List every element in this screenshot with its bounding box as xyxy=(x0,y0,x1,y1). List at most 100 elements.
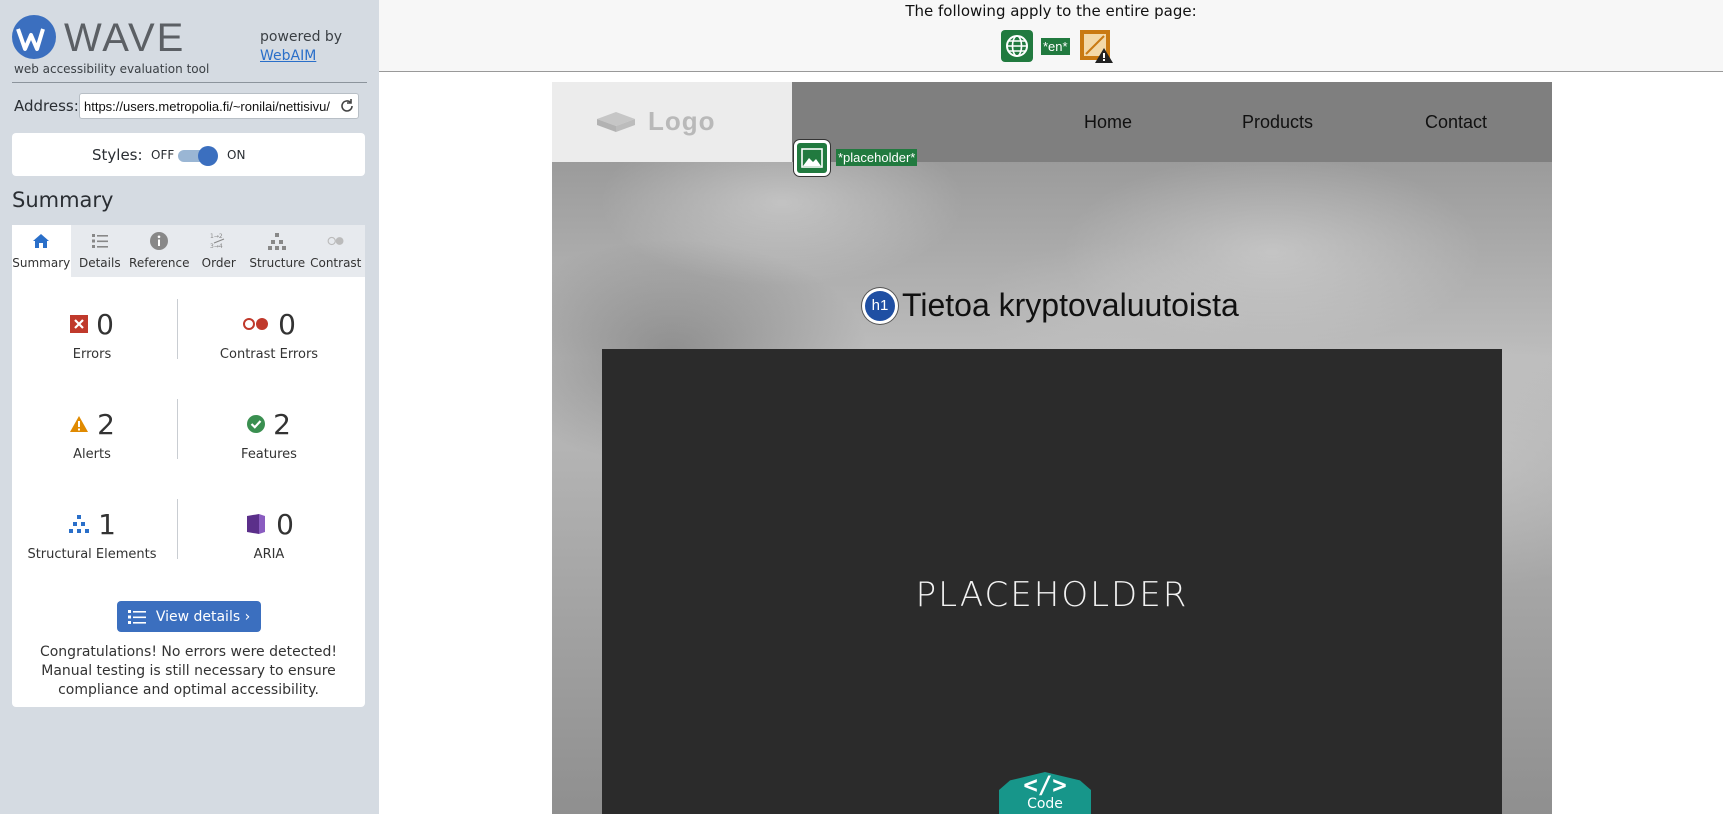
info-icon xyxy=(129,231,189,253)
page-alert-icon[interactable] xyxy=(1078,28,1114,64)
structural-count: 1 xyxy=(98,507,116,541)
image-alt-icon[interactable] xyxy=(794,140,830,176)
tab-label: Contrast xyxy=(310,256,362,270)
site-logo-text: Logo xyxy=(648,106,716,136)
image-alt-tag[interactable]: *placeholder* xyxy=(836,149,918,166)
banner-text: The following apply to the entire page: xyxy=(905,2,1197,20)
errors-count: 0 xyxy=(96,307,114,341)
nav-contact[interactable]: Contact xyxy=(1425,112,1487,133)
powered-by: powered by WebAIM xyxy=(260,28,342,66)
nav-home[interactable]: Home xyxy=(1084,112,1132,133)
hierarchy-icon xyxy=(248,231,307,253)
tab-contrast[interactable]: Contrast xyxy=(307,225,366,277)
feature-icon xyxy=(247,415,266,433)
panel-tabs: Summary Details Reference 1→2 3→4 Order S… xyxy=(12,225,365,277)
contrast-errors-count: 0 xyxy=(278,307,296,341)
placeholder-image: PLACEHOLDER xyxy=(602,349,1502,814)
divider xyxy=(177,299,178,359)
styles-label: Styles: xyxy=(92,146,143,164)
address-input[interactable] xyxy=(79,93,359,119)
site-logo-area[interactable]: Logo xyxy=(552,82,792,162)
error-icon xyxy=(70,315,89,333)
site-logo: Logo xyxy=(596,106,716,137)
divider xyxy=(12,82,367,83)
alerts-label: Alerts xyxy=(73,447,111,462)
errors-label: Errors xyxy=(72,347,112,362)
h1-icon[interactable]: h1 xyxy=(862,287,898,324)
wave-logo-icon xyxy=(12,15,56,59)
divider xyxy=(177,399,178,459)
styles-toggle[interactable] xyxy=(178,146,218,166)
tab-reference[interactable]: Reference xyxy=(129,225,189,277)
summary-panel: 0 Errors 0 Contrast Errors 2 Alerts 2 Fe… xyxy=(12,277,365,707)
summary-heading: Summary xyxy=(12,188,114,212)
home-icon xyxy=(12,231,71,253)
tab-order[interactable]: 1→2 3→4 Order xyxy=(189,225,248,277)
styles-on-label: ON xyxy=(227,148,246,162)
language-icon[interactable] xyxy=(1001,30,1033,62)
page-level-icons: *en* xyxy=(1001,28,1122,64)
contrast-error-icon xyxy=(243,318,269,330)
features-stat[interactable]: 2 Features xyxy=(189,407,349,463)
app-title: WAVE xyxy=(64,16,186,60)
reload-icon[interactable] xyxy=(337,96,357,116)
tab-label: Summary xyxy=(12,256,71,270)
image-icon xyxy=(797,143,827,173)
order-icon: 1→2 3→4 xyxy=(189,231,248,253)
tab-label: Details xyxy=(78,256,121,270)
nav-products[interactable]: Products xyxy=(1242,112,1313,133)
list-icon xyxy=(127,609,146,624)
tab-structure[interactable]: Structure xyxy=(248,225,307,277)
aria-count: 0 xyxy=(276,507,294,541)
lang-tag[interactable]: *en* xyxy=(1041,37,1070,55)
page-preview: The following apply to the entire page: … xyxy=(379,0,1723,814)
tab-label: Structure xyxy=(249,256,306,270)
list-icon xyxy=(71,231,130,253)
site-navbar: Logo Home Products Contact xyxy=(552,82,1552,162)
placeholder-text: PLACEHOLDER xyxy=(915,575,1189,615)
site-heading: Tietoa kryptovaluutoista xyxy=(902,287,1239,323)
wave-sidebar: WAVE web accessibility evaluation tool p… xyxy=(0,0,379,814)
page-level-banner: The following apply to the entire page: … xyxy=(379,0,1723,72)
site-heading-row: h1 Tietoa kryptovaluutoista xyxy=(862,287,1239,324)
alert-icon xyxy=(70,416,89,432)
address-label: Address: xyxy=(14,97,79,115)
code-icon: </> xyxy=(1023,771,1067,799)
tab-details[interactable]: Details xyxy=(71,225,130,277)
aria-stat[interactable]: 0 ARIA xyxy=(189,507,349,562)
code-button[interactable]: </> Code xyxy=(999,772,1091,814)
svg-text:3→4: 3→4 xyxy=(210,243,223,250)
alerts-stat[interactable]: 2 Alerts xyxy=(12,407,172,462)
h1-badge-label: h1 xyxy=(865,290,895,321)
features-label: Features xyxy=(241,447,297,462)
webaim-link[interactable]: WebAIM xyxy=(260,47,342,66)
wave-brand: WAVE web accessibility evaluation tool p… xyxy=(12,14,365,80)
styles-off-label: OFF xyxy=(151,148,175,162)
contrast-icon xyxy=(307,231,366,253)
code-label: Code xyxy=(1027,796,1063,812)
aria-label: ARIA xyxy=(253,547,285,562)
svg-text:1→2: 1→2 xyxy=(210,233,223,240)
structural-label: Structural Elements xyxy=(27,547,157,562)
contrast-errors-label: Contrast Errors xyxy=(219,347,319,362)
tab-label: Reference xyxy=(129,256,190,270)
structural-stat[interactable]: 1 Structural Elements xyxy=(12,507,172,563)
summary-message: Congratulations! No errors were detected… xyxy=(39,644,338,698)
address-bar: Address: xyxy=(14,93,366,119)
view-details-button[interactable]: View details › xyxy=(117,601,261,632)
toggle-knob xyxy=(198,146,218,166)
errors-stat[interactable]: 0 Errors xyxy=(12,307,172,362)
contrast-errors-stat[interactable]: 0 Contrast Errors xyxy=(189,307,349,363)
powered-by-text: powered by xyxy=(260,29,343,45)
tab-label: Order xyxy=(201,256,236,270)
view-details-label: View details › xyxy=(155,608,251,625)
divider xyxy=(177,499,178,559)
aria-icon xyxy=(247,514,266,534)
logo-icon xyxy=(597,111,635,132)
app-subtitle: web accessibility evaluation tool xyxy=(14,62,210,76)
features-count: 2 xyxy=(273,407,291,441)
styles-toggle-panel: Styles: OFF ON xyxy=(12,133,365,176)
structure-icon xyxy=(69,515,90,533)
alerts-count: 2 xyxy=(97,407,115,441)
tab-summary[interactable]: Summary xyxy=(12,225,71,277)
